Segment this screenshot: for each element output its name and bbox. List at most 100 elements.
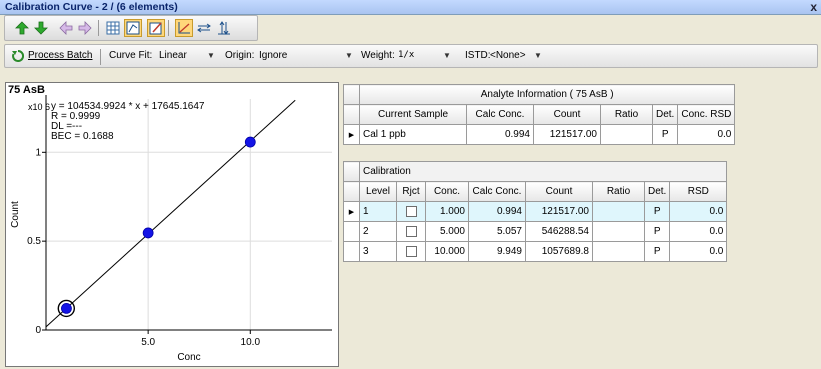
header-calc-conc[interactable]: Calc Conc. xyxy=(466,104,534,125)
rsd-cell: 0.0 xyxy=(669,241,728,262)
row-pointer-icon[interactable]: ▶ xyxy=(343,124,360,145)
process-batch-button[interactable]: Process Batch xyxy=(12,48,102,64)
reject-checkbox[interactable] xyxy=(396,201,426,222)
header-conc-rsd[interactable]: Conc. RSD xyxy=(677,104,736,125)
green-up-arrow-icon xyxy=(15,21,29,35)
bec-value: BEC = 0.1688 xyxy=(51,131,114,142)
settings-toolbar: Process Batch Curve Fit: Linear ▼ Origin… xyxy=(4,44,818,68)
vertical-arrows-icon xyxy=(218,21,230,35)
row-selector-header xyxy=(343,161,360,182)
move-down-button[interactable] xyxy=(32,19,50,37)
table-chart-icon xyxy=(126,21,140,35)
header-level[interactable]: Level xyxy=(359,181,397,202)
calibration-panel: Calibration Level Rjct Conc. Calc Conc. … xyxy=(343,161,728,262)
chevron-down-icon[interactable]: ▼ xyxy=(443,51,451,60)
calibration-point xyxy=(61,303,72,314)
y-tick-label: 1 xyxy=(35,147,41,158)
count-value: 121517.00 xyxy=(533,124,601,145)
rsd-value: 0.0 xyxy=(677,124,736,145)
vertical-fit-button[interactable] xyxy=(215,19,233,37)
row-pointer-icon[interactable]: ▶ xyxy=(343,201,360,222)
header-ratio[interactable]: Ratio xyxy=(600,104,653,125)
header-conc[interactable]: Conc. xyxy=(425,181,469,202)
edit-chart-button[interactable] xyxy=(147,19,165,37)
grid-icon xyxy=(106,21,120,35)
level-cell: 2 xyxy=(359,221,397,242)
calc-conc-cell: 0.994 xyxy=(468,201,526,222)
toolbar-separator xyxy=(98,20,99,36)
header-det[interactable]: Det. xyxy=(651,104,679,125)
row-selector[interactable] xyxy=(343,241,360,262)
purple-left-arrow-icon xyxy=(59,21,73,35)
weight-select[interactable]: 1/x xyxy=(398,50,414,60)
table-row[interactable]: 2 5.000 5.057 546288.54 P 0.0 xyxy=(343,221,728,242)
det-cell: P xyxy=(643,201,671,222)
chevron-down-icon[interactable]: ▼ xyxy=(534,51,542,60)
y-tick-label: 0 xyxy=(35,325,41,336)
table-row[interactable]: 3 10.000 9.949 1057689.8 P 0.0 xyxy=(343,241,728,262)
calibration-chart[interactable]: 5.0 10.000.51ConcCountx10 6y = 104534.992… xyxy=(6,83,338,366)
count-cell: 121517.00 xyxy=(525,201,593,222)
window-title: Calibration Curve - 2 / (6 elements) xyxy=(5,1,178,13)
header-rjct[interactable]: Rjct xyxy=(396,181,426,202)
det-cell: P xyxy=(643,221,671,242)
chevron-down-icon[interactable]: ▼ xyxy=(207,51,215,60)
curve-fit-select[interactable]: Linear xyxy=(159,50,187,61)
level-cell: 3 xyxy=(359,241,397,262)
horizontal-fit-button[interactable] xyxy=(195,19,213,37)
x-tick-label: 10.0 xyxy=(241,337,261,348)
reject-checkbox[interactable] xyxy=(396,221,426,242)
row-selector-header xyxy=(343,84,360,105)
table-view-button[interactable] xyxy=(124,19,142,37)
y-tick-label: 0.5 xyxy=(27,236,41,247)
ratio-cell xyxy=(592,241,645,262)
header-current-sample[interactable]: Current Sample xyxy=(359,104,467,125)
calibration-title: Calibration xyxy=(358,161,728,182)
calibration-point xyxy=(142,227,154,239)
process-batch-label: Process Batch xyxy=(28,50,93,61)
move-up-button[interactable] xyxy=(13,19,31,37)
istd-label: ISTD: xyxy=(465,50,491,61)
header-rsd[interactable]: RSD xyxy=(669,181,728,202)
row-selector[interactable] xyxy=(343,221,360,242)
calc-conc-value: 0.994 xyxy=(466,124,534,145)
previous-button[interactable] xyxy=(57,19,75,37)
table-row[interactable]: ▶ 1 1.000 0.994 121517.00 P 0.0 xyxy=(343,201,728,222)
x-axis-label: Conc xyxy=(177,352,200,363)
calc-conc-cell: 9.949 xyxy=(468,241,526,262)
calibration-chart-pane: 75 AsB 5.0 10.0 0 0.5 1 Conc Count x10 6y = 104… xyxy=(5,82,339,367)
next-button[interactable] xyxy=(76,19,94,37)
analyte-information-panel: Analyte Information ( 75 AsB ) Current S… xyxy=(343,84,736,145)
table-row[interactable]: ▶ Cal 1 ppb 0.994 121517.00 P 0.0 xyxy=(343,124,736,145)
rsd-cell: 0.0 xyxy=(669,201,728,222)
count-cell: 1057689.8 xyxy=(525,241,593,262)
ratio-cell xyxy=(592,221,645,242)
row-selector-header xyxy=(343,104,360,125)
chevron-down-icon[interactable]: ▼ xyxy=(345,51,353,60)
istd-select[interactable]: <None> xyxy=(490,50,526,61)
horizontal-arrows-icon xyxy=(197,23,211,33)
analyte-title: Analyte Information ( 75 AsB ) xyxy=(358,84,736,105)
navigation-toolbar xyxy=(4,15,258,41)
toolbar-separator xyxy=(168,20,169,36)
header-count[interactable]: Count xyxy=(525,181,593,202)
origin-select[interactable]: Ignore xyxy=(259,50,287,61)
calibration-curve-button[interactable] xyxy=(175,19,193,37)
header-det[interactable]: Det. xyxy=(643,181,671,202)
det-value: P xyxy=(651,124,679,145)
origin-label: Origin: xyxy=(225,50,255,61)
count-cell: 546288.54 xyxy=(525,221,593,242)
refresh-icon xyxy=(12,50,24,62)
header-calc-conc[interactable]: Calc Conc. xyxy=(468,181,526,202)
header-count[interactable]: Count xyxy=(533,104,601,125)
grid-view-button[interactable] xyxy=(104,19,122,37)
level-cell: 1 xyxy=(359,201,397,222)
header-ratio[interactable]: Ratio xyxy=(592,181,645,202)
ratio-cell xyxy=(592,201,645,222)
calc-conc-cell: 5.057 xyxy=(468,221,526,242)
y-multiplier-label: x10 6 xyxy=(28,102,50,112)
reject-checkbox[interactable] xyxy=(396,241,426,262)
close-icon[interactable]: x xyxy=(810,0,817,14)
conc-cell: 10.000 xyxy=(425,241,469,262)
curve-icon xyxy=(178,22,190,34)
